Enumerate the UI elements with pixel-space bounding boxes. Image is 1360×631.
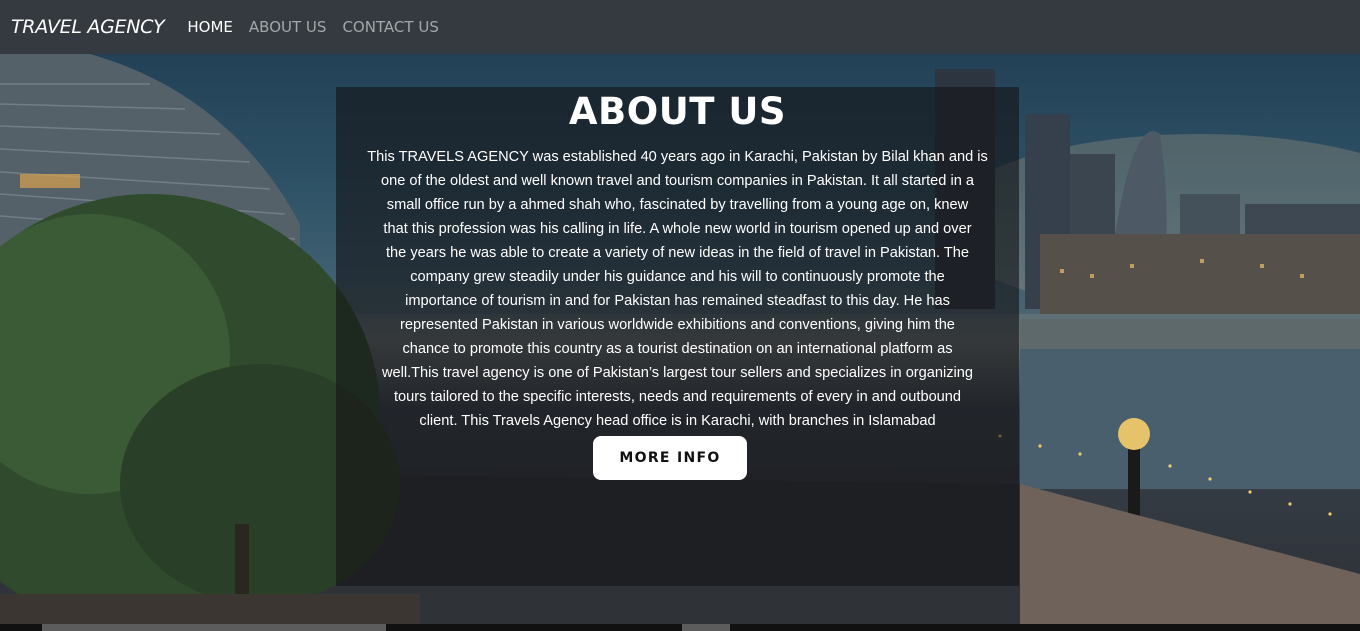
- about-title: ABOUT US: [568, 90, 787, 133]
- nav-home[interactable]: HOME: [187, 18, 233, 36]
- about-line: client. This Travels Agency head office …: [419, 413, 936, 429]
- nav-contact-us[interactable]: CONTACT US: [342, 18, 438, 36]
- about-line: one of the oldest and well known travel …: [381, 173, 974, 189]
- about-description: This TRAVELS AGENCY was established 40 y…: [350, 145, 1005, 433]
- about-line: the years he was able to create a variet…: [386, 245, 969, 261]
- navbar: TRAVEL AGENCY HOME ABOUT US CONTACT US: [0, 0, 1360, 54]
- about-line: tours tailored to the specific interests…: [393, 389, 962, 405]
- about-line: represented Pakistan in various worldwid…: [400, 317, 955, 333]
- hero-section: ABOUT US This TRAVELS AGENCY was establi…: [0, 54, 1360, 631]
- strip-thumbnail: [42, 624, 386, 631]
- about-line: that this profession was his calling in …: [383, 221, 972, 237]
- strip-thumbnail: [682, 624, 730, 631]
- brand-logo[interactable]: TRAVEL AGENCY: [11, 16, 165, 38]
- about-line: company grew steadily under his guidance…: [410, 269, 945, 285]
- about-line: well.This travel agency is one of Pakist…: [381, 365, 974, 381]
- nav-about-us[interactable]: ABOUT US: [249, 18, 327, 36]
- about-line: importance of tourism in and for Pakista…: [405, 293, 950, 309]
- bottom-image-strip: [0, 624, 1360, 631]
- more-info-button[interactable]: MORE INFO: [593, 436, 747, 480]
- about-line: chance to promote this country as a tour…: [402, 341, 953, 357]
- about-line: small office run by a ahmed shah who, fa…: [386, 197, 969, 213]
- about-line: This TRAVELS AGENCY was established 40 y…: [367, 149, 988, 165]
